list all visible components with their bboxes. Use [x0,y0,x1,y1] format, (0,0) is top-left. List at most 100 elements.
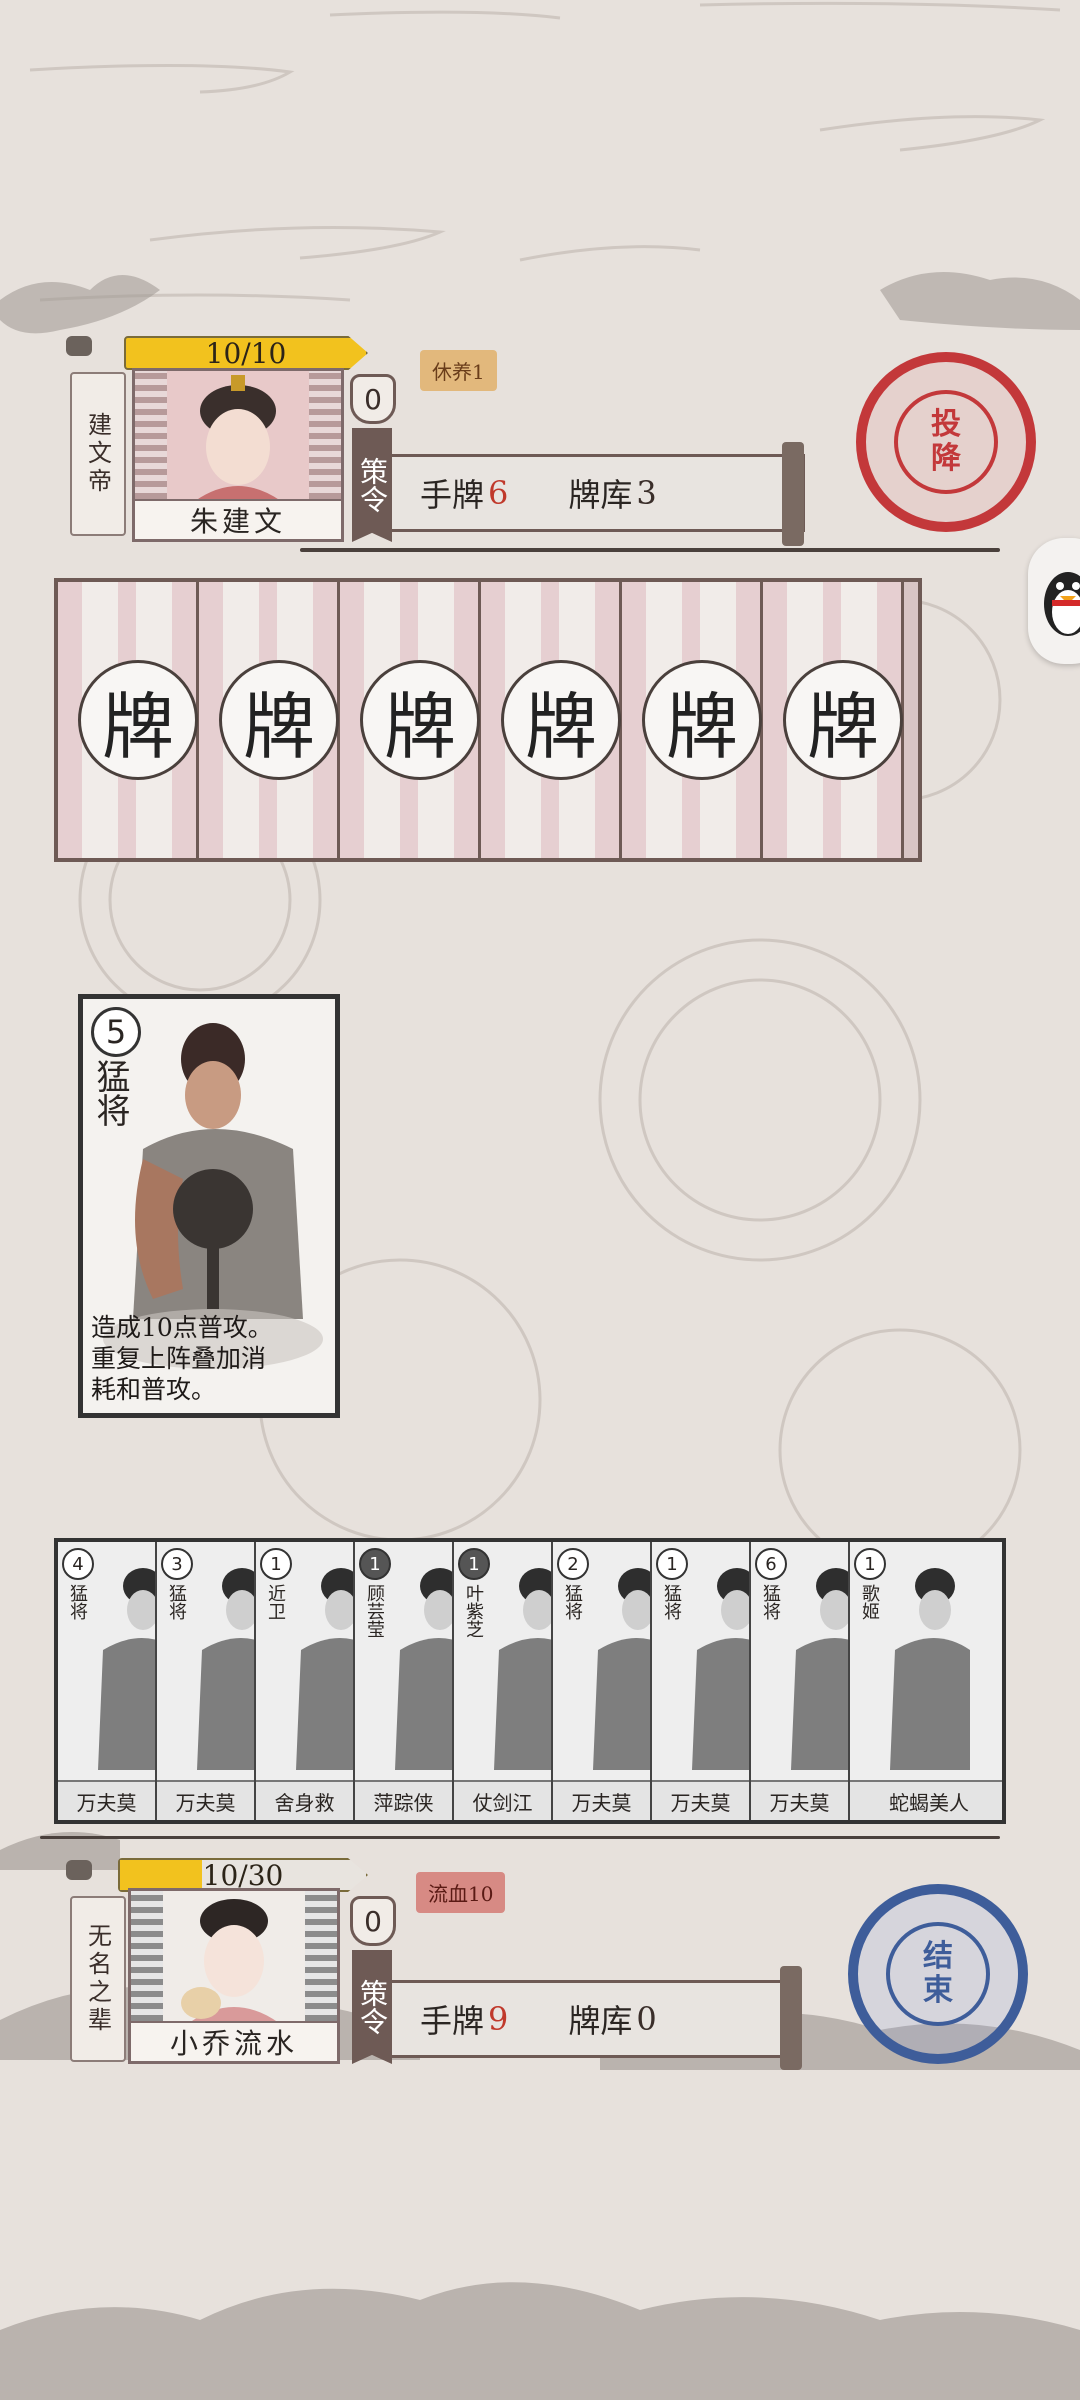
player-strategy-tag[interactable]: 策令 [352,1950,392,2064]
played-card-desc-line: 重复上阵叠加消 [91,1344,267,1373]
player-status-badge[interactable]: 流血10 [416,1872,506,1913]
hand-card-skill: 蛇蝎美人 [850,1780,1002,1820]
player-hp-fill [120,1860,202,1890]
hand-card-figure [692,1568,749,1770]
end-turn-button[interactable]: 结 束 [848,1884,1028,2064]
end-turn-char-1: 结 [923,1939,953,1974]
opponent-deck-count: 3 [636,474,657,512]
hand-card-skill: 万夫莫 [157,1780,254,1820]
surrender-char-2: 降 [931,441,961,476]
played-card-name: 猛将 [90,1059,130,1127]
player-title-tag: 无名之辈 [70,1896,126,2062]
card-back-glyph: 牌 [501,660,621,780]
hand-card-name: 猛将 [661,1584,682,1620]
hand-card-skill: 万夫莫 [58,1780,155,1820]
hand-card-skill: 万夫莫 [751,1780,848,1820]
played-card-cost: 5 [91,1007,141,1057]
card-back-glyph: 牌 [783,660,903,780]
hand-card-name: 猛将 [67,1584,88,1620]
hand-card-figure [890,1568,970,1770]
opponent-portrait[interactable]: 朱建文 [132,368,344,542]
player-hand-count: 9 [488,2000,509,2038]
surrender-seal-text: 投 降 [894,390,998,494]
hand-card[interactable]: 6 猛将万夫莫 [751,1542,850,1820]
qq-penguin-button[interactable] [1028,538,1080,664]
player-avatar-icon [181,1899,279,2023]
player-hp-text: 10/30 [202,1858,284,1892]
hand-card-skill: 舍身救 [256,1780,353,1820]
hand-card-cost: 1 [458,1548,490,1580]
hand-card-name: 顾芸莹 [364,1584,385,1638]
end-turn-seal-text: 结 束 [886,1922,990,2026]
played-card-description: 造成10点普攻。 重复上阵叠加消 耗和普攻。 [91,1312,327,1405]
end-turn-char-2: 束 [923,1973,953,2008]
hand-card[interactable]: 1 歌姬蛇蝎美人 [850,1542,1002,1820]
player-flag-pole [66,1860,92,1880]
played-card-desc-line: 耗和普攻。 [91,1375,217,1404]
hand-card[interactable]: 1 近卫舍身救 [256,1542,355,1820]
hand-card-figure [197,1568,254,1770]
hand-card[interactable]: 1 叶紫芝仗剑江 [454,1542,553,1820]
hand-card-name: 近卫 [265,1584,286,1620]
hand-card[interactable]: 2 猛将万夫莫 [553,1542,652,1820]
hand-card-cost: 6 [755,1548,787,1580]
player-portrait[interactable]: 小乔流水 [128,1888,340,2064]
player-name: 小乔流水 [131,2021,337,2061]
hand-card[interactable]: 3 猛将 万夫莫 [157,1542,256,1820]
hand-card-figure [494,1568,551,1770]
card-back-glyph: 牌 [642,660,762,780]
hand-card-cost: 1 [656,1548,688,1580]
hand-card-skill: 万夫莫 [652,1780,749,1820]
opponent-status-badge[interactable]: 休养1 [420,350,497,391]
opponent-card-back: 牌 [199,582,340,858]
opponent-card-back: 牌 [340,582,481,858]
opponent-hand-count: 6 [488,474,509,512]
opponent-card-back: 牌 [622,582,763,858]
opponent-shield-value: 0 [350,374,396,424]
card-back-glyph: 牌 [219,660,339,780]
played-card[interactable]: 5 猛将 造成10点普攻。 重复上阵叠加消 耗和普攻。 [78,994,340,1418]
hand-card-name: 歌姬 [859,1584,880,1620]
player-deck-count: 0 [636,2000,657,2038]
opponent-scroll-roller [782,442,804,546]
player-divider [40,1836,1000,1839]
hand-card-figure [98,1568,155,1770]
opponent-card-back: 牌 [58,582,199,858]
player-shield-value: 0 [350,1896,396,1946]
hand-card[interactable]: 1 猛将万夫莫 [652,1542,751,1820]
hand-card-name: 猛将 [760,1584,781,1620]
hand-card[interactable]: 4 猛将万夫莫 [58,1542,157,1820]
hand-card-figure [593,1568,650,1770]
hand-card-cost: 2 [557,1548,589,1580]
opponent-hand-label: 手牌 [420,476,485,514]
opponent-card-backs: 牌牌牌牌牌牌 [54,578,922,862]
hand-card-name: 叶紫芝 [463,1584,484,1638]
opponent-title-tag: 建文帝 [70,372,126,536]
surrender-button[interactable]: 投 降 [856,352,1036,532]
hand-card-name: 猛将 [562,1584,583,1620]
opponent-avatar-icon [195,375,281,501]
opponent-deck-label: 牌库 [568,476,633,514]
opponent-card-back: 牌 [763,582,904,858]
opponent-hp-text: 10/10 [205,336,287,370]
hand-card-name: 猛将 [166,1584,187,1620]
hand-card-cost: 1 [854,1548,886,1580]
hand-card[interactable]: 1 顾芸莹萍踪侠 [355,1542,454,1820]
hand-card-skill: 仗剑江 [454,1780,551,1820]
player-scroll-roller [780,1966,802,2070]
player-hp-bar: 10/30 [118,1858,368,1892]
opponent-name: 朱建文 [135,499,341,539]
penguin-icon [1044,572,1080,636]
opponent-strategy-tag[interactable]: 策令 [352,428,392,542]
surrender-char-1: 投 [931,407,961,442]
hand-card-figure [296,1568,353,1770]
hand-card-cost: 1 [260,1548,292,1580]
player-hand: 4 猛将 万夫莫 3 猛将 万夫莫 1 近卫 舍身救 1 顾芸莹 萍踪侠 1 叶紫芝 仗剑江 2 猛将 万夫莫 1 猛… [54,1538,1006,1824]
hand-card-figure [791,1568,848,1770]
card-back-glyph: 牌 [360,660,480,780]
hand-card-cost: 4 [62,1548,94,1580]
hand-card-skill: 萍踪侠 [355,1780,452,1820]
hand-card-skill: 万夫莫 [553,1780,650,1820]
played-card-desc-line: 造成10点普攻。 [91,1313,273,1342]
hand-card-cost: 1 [359,1548,391,1580]
